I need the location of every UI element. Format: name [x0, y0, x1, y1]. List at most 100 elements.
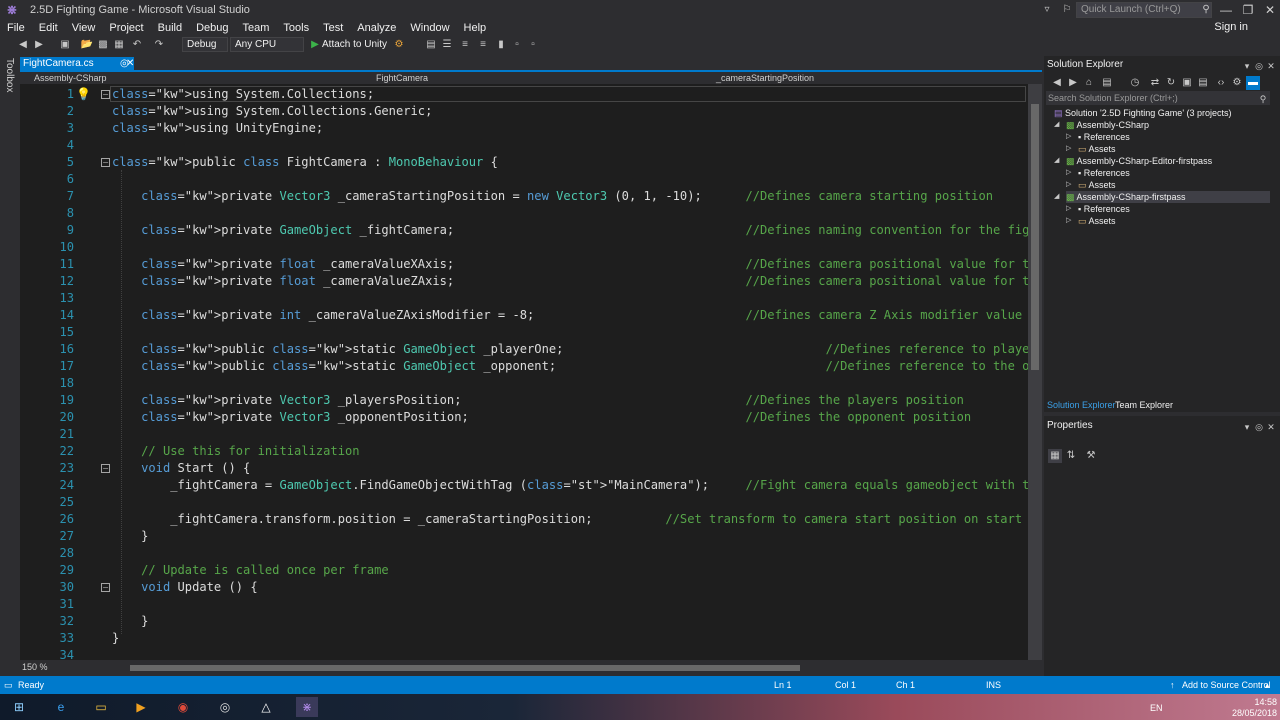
upload-icon[interactable]: ↑ [1170, 680, 1175, 690]
alphabetical-icon[interactable]: ⇅ [1064, 449, 1078, 463]
undo-icon[interactable]: ↶ [130, 38, 144, 52]
save-all-icon[interactable]: ▦ [112, 38, 126, 52]
code-line[interactable]: 7 class="kw">private Vector3 _cameraStar… [20, 188, 1028, 205]
code-line[interactable]: 20 class="kw">private Vector3 _opponentP… [20, 409, 1028, 426]
tree-references[interactable]: ▷ ▪ References [1066, 203, 1270, 215]
solution-search-input[interactable]: Search Solution Explorer (Ctrl+;) [1046, 91, 1270, 105]
close-panel-icon[interactable]: ✕ [1264, 59, 1278, 73]
minimize-button[interactable]: — [1214, 0, 1238, 20]
feedback-icon[interactable]: ⚐ [1060, 3, 1074, 17]
code-editor[interactable]: 1− class="kw">using System.Collections; 2 c… [20, 84, 1028, 660]
project-selector[interactable]: Assembly-CSharp [20, 72, 360, 84]
attach-to-unity-button[interactable]: Attach to Unity [322, 39, 387, 50]
fold-toggle-icon[interactable]: − [101, 583, 110, 592]
add-to-source-control-button[interactable]: Add to Source Control [1182, 680, 1271, 690]
search-icon[interactable]: ⚲ [1199, 3, 1213, 17]
tree-references[interactable]: ▷ ▪ References [1066, 131, 1270, 143]
code-line[interactable]: 25 [20, 494, 1028, 511]
tree-assets[interactable]: ▷ ▭ Assets [1066, 179, 1270, 191]
menu-debug[interactable]: Debug [189, 20, 235, 36]
fold-toggle-icon[interactable]: − [101, 90, 110, 99]
code-line[interactable]: 5 − class="kw">public class FightCamera : … [20, 154, 1028, 171]
categorized-icon[interactable]: ▦ [1048, 449, 1062, 463]
back-icon[interactable]: ◀ [16, 38, 30, 52]
menu-help[interactable]: Help [457, 20, 494, 36]
expand-arrow-icon[interactable]: ◢ [1054, 119, 1059, 131]
menu-file[interactable]: File [0, 20, 32, 36]
code-line[interactable]: 14 class="kw">private int _cameraValueZA… [20, 307, 1028, 324]
lightbulb-icon[interactable]: 💡 [76, 87, 91, 101]
collapse-arrow-icon[interactable]: ▷ [1066, 179, 1071, 191]
code-line[interactable]: 4 [20, 137, 1028, 154]
tree-project-editor-firstpass[interactable]: ◢ ▩ Assembly-CSharp-Editor-firstpass [1054, 155, 1270, 167]
menu-view[interactable]: View [65, 20, 103, 36]
restore-button[interactable]: ❐ [1236, 0, 1260, 20]
bookmark-next-icon[interactable]: ▫ [526, 38, 540, 52]
tree-assets[interactable]: ▷ ▭ Assets [1066, 215, 1270, 227]
menu-window[interactable]: Window [403, 20, 456, 36]
debug-icon[interactable]: ⚙ [392, 38, 406, 52]
indent-icon[interactable]: ≡ [458, 38, 472, 52]
code-line[interactable]: 9 class="kw">private GameObject _fightCa… [20, 222, 1028, 239]
preview-icon[interactable]: ▬ [1246, 76, 1260, 90]
play-icon[interactable]: ▶ [308, 38, 322, 52]
code-line[interactable]: 13 [20, 290, 1028, 307]
code-line[interactable]: 12 class="kw">private float _cameraValue… [20, 273, 1028, 290]
windows-start-icon[interactable]: ⊞ [8, 697, 30, 717]
code-line[interactable]: 19 class="kw">private Vector3 _playersPo… [20, 392, 1028, 409]
vertical-scroll-thumb[interactable] [1031, 104, 1039, 370]
properties-icon[interactable]: ⚙ [1230, 76, 1244, 90]
menu-edit[interactable]: Edit [32, 20, 65, 36]
code-line[interactable]: 18 [20, 375, 1028, 392]
code-line[interactable]: 28 [20, 545, 1028, 562]
tab-solution-explorer[interactable]: Solution Explorer [1047, 400, 1116, 410]
code-line[interactable]: 30 − void Update () { [20, 579, 1028, 596]
collapse-arrow-icon[interactable]: ▷ [1066, 131, 1071, 143]
refresh-icon[interactable]: ↻ [1164, 76, 1178, 90]
horizontal-scroll-thumb[interactable] [130, 665, 800, 671]
code-line[interactable]: 26 _fightCamera.transform.position = _ca… [20, 511, 1028, 528]
code-line[interactable]: 17 class="kw">public class="kw">static G… [20, 358, 1028, 375]
internet-explorer-icon[interactable]: e [50, 697, 72, 717]
menu-team[interactable]: Team [236, 20, 277, 36]
tree-project-assembly-csharp[interactable]: ◢ ▩ Assembly-CSharp [1054, 119, 1270, 131]
code-line[interactable]: 23 − void Start () { [20, 460, 1028, 477]
code-line[interactable]: 22 // Use this for initialization [20, 443, 1028, 460]
code-line[interactable]: 15 [20, 324, 1028, 341]
system-clock[interactable]: 14:58 28/05/2018 [1232, 697, 1277, 719]
close-button[interactable]: ✕ [1258, 0, 1280, 20]
code-line[interactable]: 27 } [20, 528, 1028, 545]
bookmark-icon[interactable]: ▮ [494, 38, 508, 52]
collapse-arrow-icon[interactable]: ▷ [1066, 215, 1071, 227]
code-line[interactable]: 32 } [20, 613, 1028, 630]
fold-toggle-icon[interactable]: − [101, 464, 110, 473]
toolbox-tab[interactable]: Toolbox [4, 58, 15, 92]
code-line[interactable]: 8 [20, 205, 1028, 222]
document-tab-fightcamera[interactable]: FightCamera.cs ◎ ✕ [20, 57, 134, 70]
tree-references[interactable]: ▷ ▪ References [1066, 167, 1270, 179]
code-line[interactable]: 11 class="kw">private float _cameraValue… [20, 256, 1028, 273]
configuration-dropdown[interactable]: Debug [182, 37, 228, 52]
code-line[interactable]: 24 _fightCamera = GameObject.FindGameObj… [20, 477, 1028, 494]
tree-project-firstpass[interactable]: ◢ ▩ Assembly-CSharp-firstpass [1054, 191, 1270, 203]
code-line[interactable]: 3 class="kw">using UnityEngine; [20, 120, 1028, 137]
se-forward-icon[interactable]: ▶ [1066, 76, 1080, 90]
input-language[interactable]: EN [1150, 703, 1163, 713]
visual-studio-taskbar-icon[interactable]: ⋇ [296, 697, 318, 717]
collapse-arrow-icon[interactable]: ▷ [1066, 143, 1071, 155]
file-explorer-icon[interactable]: ▭ [90, 697, 112, 717]
open-icon[interactable]: 📂 [80, 38, 94, 52]
unity-icon[interactable]: △ [255, 697, 277, 717]
new-project-icon[interactable]: ▣ [58, 38, 72, 52]
pending-changes-icon[interactable]: ◷ [1128, 76, 1142, 90]
collapse-arrow-icon[interactable]: ▷ [1066, 167, 1071, 179]
close-panel-icon[interactable]: ✕ [1264, 420, 1278, 434]
zoom-level[interactable]: 150 % [22, 662, 48, 672]
media-player-icon[interactable]: ▶ [130, 697, 152, 717]
code-line[interactable]: 2 class="kw">using System.Collections.Gen… [20, 103, 1028, 120]
menu-analyze[interactable]: Analyze [350, 20, 403, 36]
align-icon[interactable]: ☰ [440, 38, 454, 52]
menu-build[interactable]: Build [151, 20, 189, 36]
menu-tools[interactable]: Tools [276, 20, 316, 36]
search-icon[interactable]: ⚲ [1256, 92, 1270, 106]
